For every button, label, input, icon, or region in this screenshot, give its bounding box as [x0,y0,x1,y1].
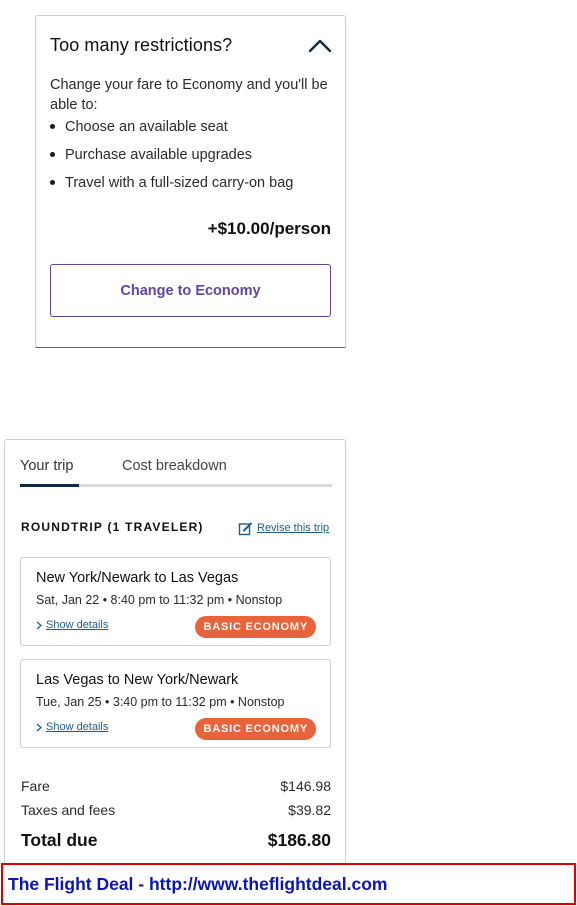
show-details-label: Show details [46,619,109,631]
total-value: $186.80 [267,830,331,850]
show-details-link[interactable]: Show details [36,721,108,733]
watermark-banner: The Flight Deal - http://www.theflightde… [1,863,576,905]
benefit-text: Purchase available upgrades [65,147,253,163]
show-details-link[interactable]: Show details [36,619,108,631]
total-row: Total due $186.80 [21,830,331,851]
flight-times: Tue, Jan 25 • 3:40 pm to 11:32 pm • Nons… [36,695,285,709]
trip-type-heading: ROUNDTRIP (1 TRAVELER) [21,520,204,534]
revise-trip-link[interactable]: Revise this trip [238,519,329,537]
bullet-icon [50,180,55,185]
flight-segment-card: Las Vegas to New York/Newark Tue, Jan 25… [20,659,331,748]
fare-class-badge: BASIC ECONOMY [195,718,316,740]
benefit-text: Choose an available seat [65,119,228,135]
upgrade-price: +$10.00/person [207,219,331,238]
taxes-row: Taxes and fees $39.82 [21,802,331,818]
fare-class-badge: BASIC ECONOMY [195,616,316,638]
benefit-item: Travel with a full-sized carry-on bag [50,173,335,201]
show-details-label: Show details [46,721,109,733]
chevron-right-icon [36,723,42,731]
banner-text: The Flight Deal - http://www.theflightde… [8,873,388,894]
change-to-economy-button[interactable]: Change to Economy [50,264,331,317]
fare-row: Fare $146.98 [21,778,331,794]
chevron-up-icon [308,39,332,53]
upgrade-description: Change your fare to Economy and you'll b… [50,77,328,113]
benefit-text: Travel with a full-sized carry-on bag [65,175,294,191]
total-label: Total due [21,830,98,850]
benefit-item: Choose an available seat [50,117,335,145]
bullet-icon [50,124,55,129]
taxes-value: $39.82 [288,802,331,818]
collapse-card-button[interactable] [306,34,334,56]
active-tab-indicator [20,484,79,487]
edit-icon [238,522,252,535]
trip-summary-card: Your trip Cost breakdown ROUNDTRIP (1 TR… [4,439,346,879]
flight-route: New York/Newark to Las Vegas [36,570,239,586]
chevron-right-icon [36,621,42,629]
benefits-list: Choose an available seat Purchase availa… [50,117,335,201]
upgrade-card-title: Too many restrictions? [50,35,233,55]
flight-segment-card: New York/Newark to Las Vegas Sat, Jan 22… [20,557,331,646]
flight-times: Sat, Jan 22 • 8:40 pm to 11:32 pm • Nons… [36,593,283,607]
bullet-icon [50,152,55,157]
upgrade-fare-card: Too many restrictions? Change your fare … [35,15,346,348]
taxes-label: Taxes and fees [21,802,116,818]
benefit-item: Purchase available upgrades [50,145,335,173]
revise-trip-label: Revise this trip [257,522,330,534]
flight-route: Las Vegas to New York/Newark [36,672,239,688]
tab-your-trip[interactable]: Your trip [20,458,73,474]
tab-cost-breakdown[interactable]: Cost breakdown [122,458,227,474]
fare-value: $146.98 [280,778,331,794]
fare-label: Fare [21,778,50,794]
